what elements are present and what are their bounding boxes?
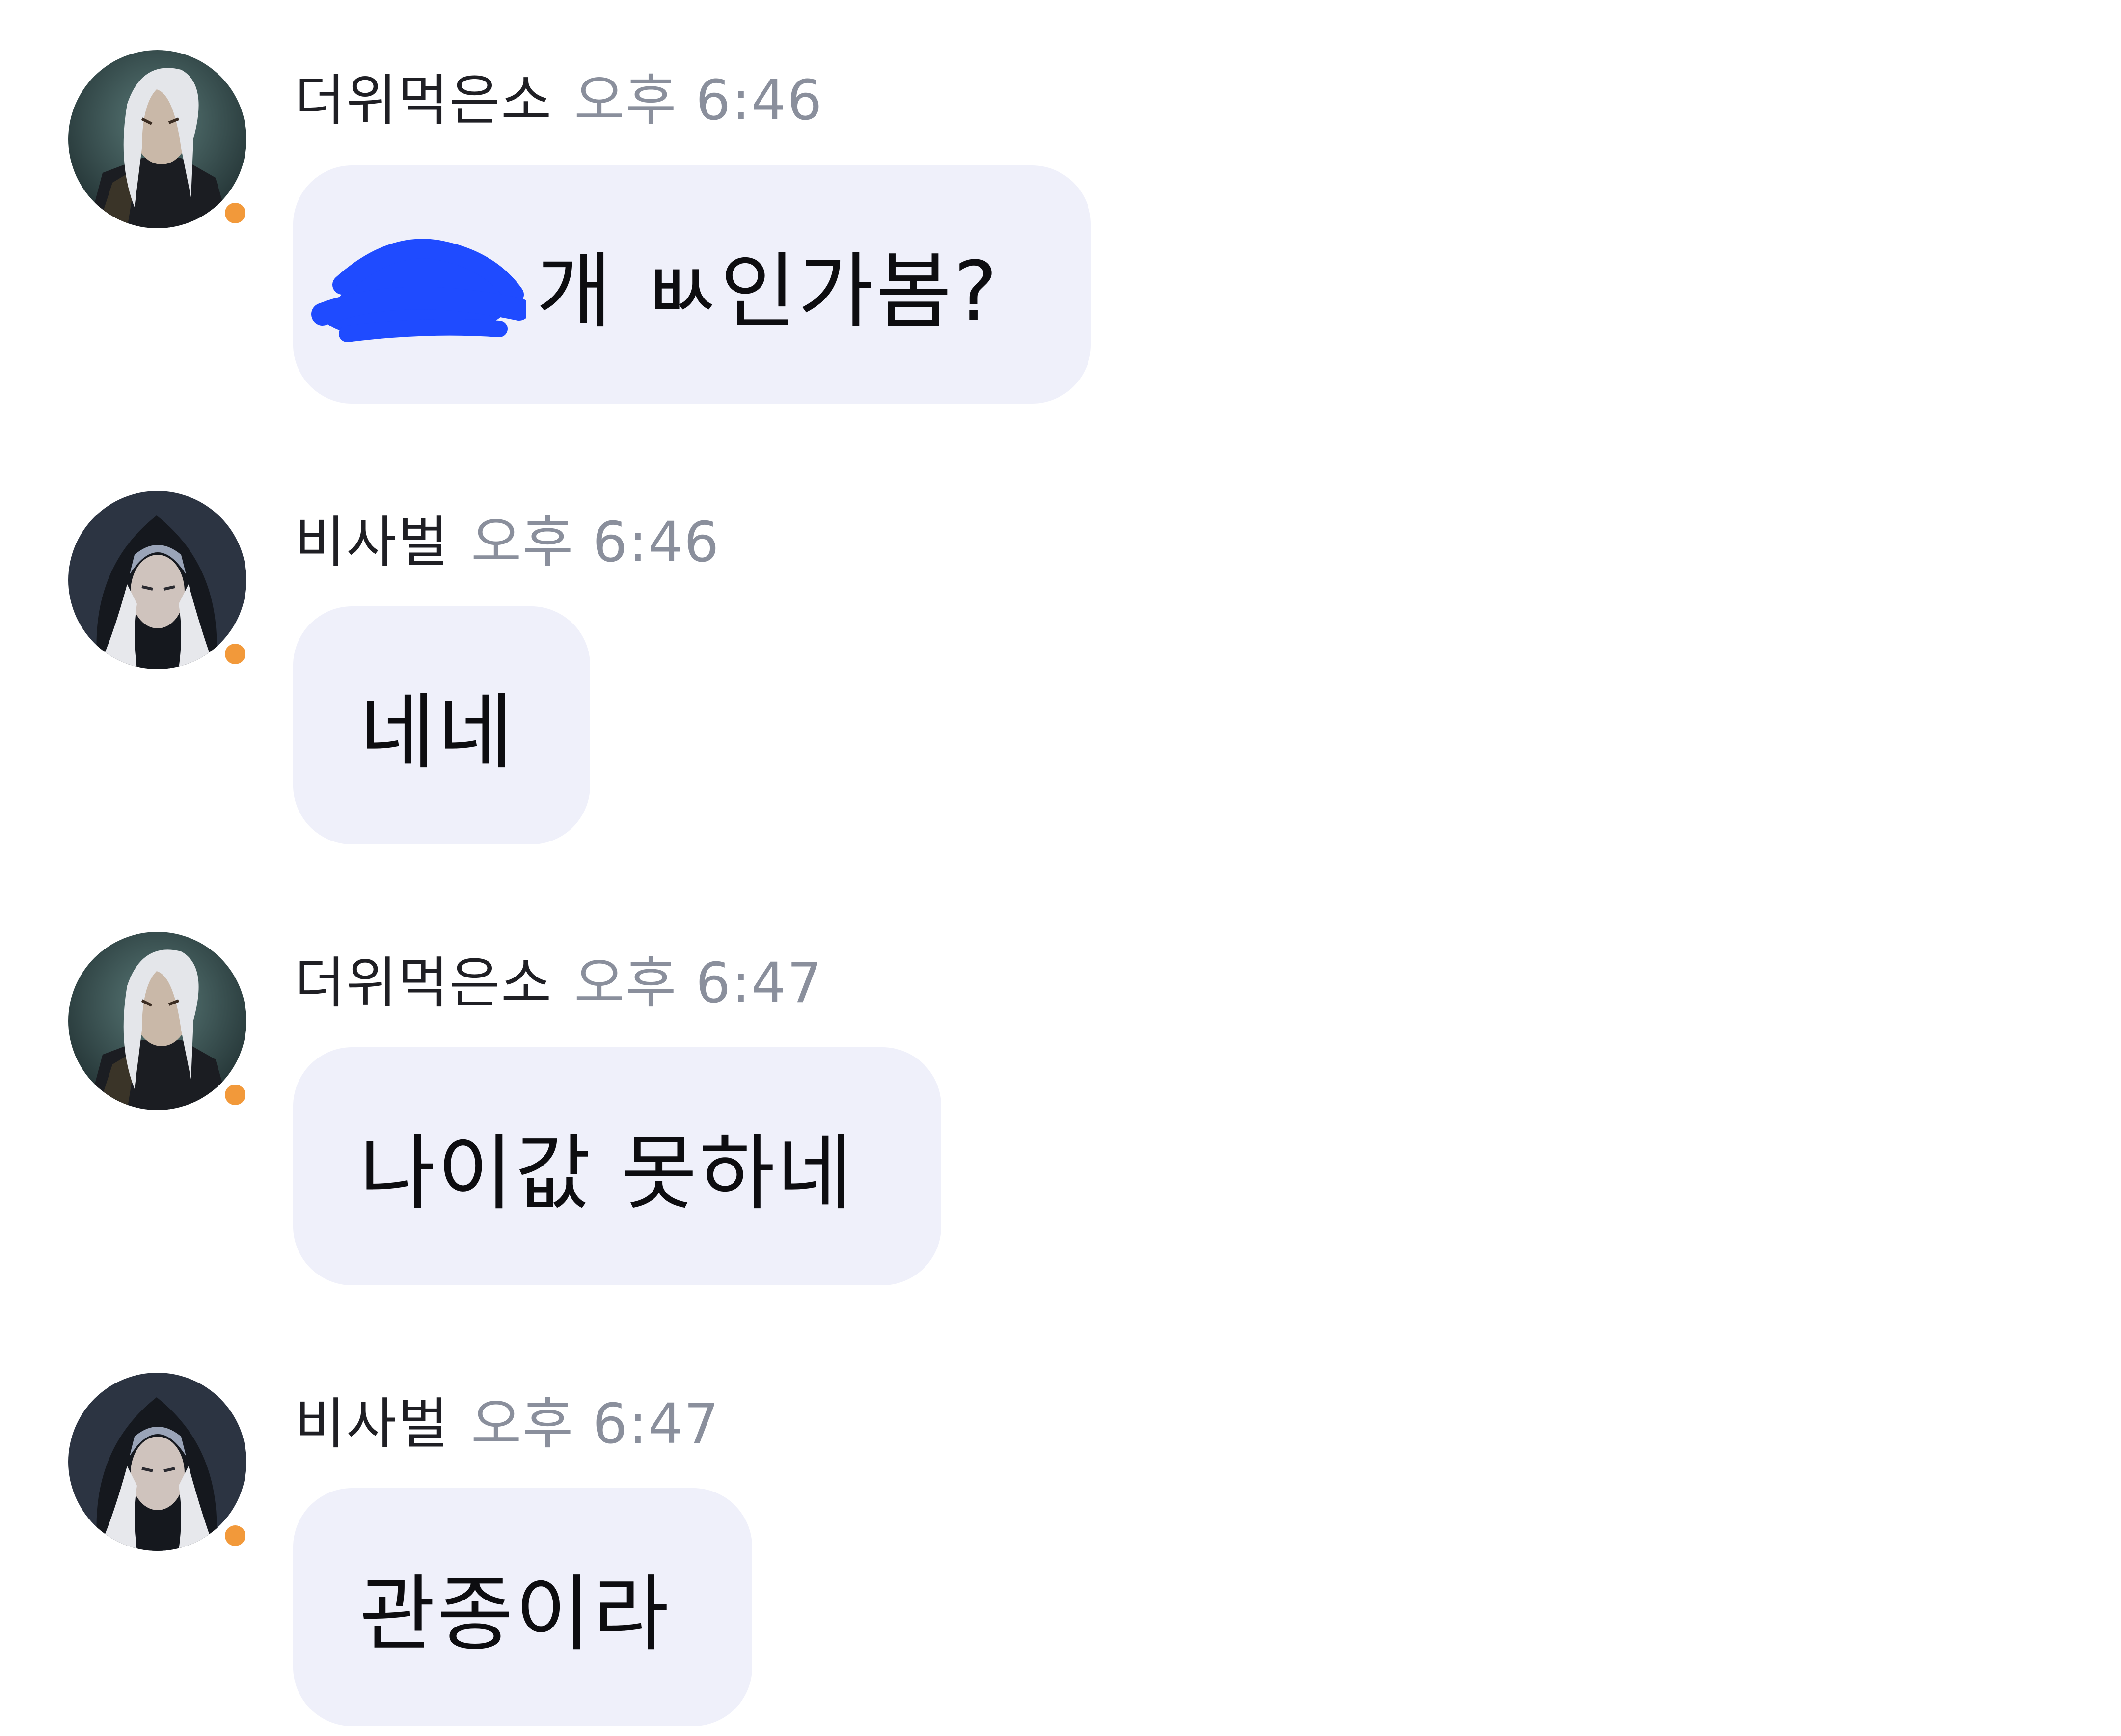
hooded-elf-avatar-icon (68, 1373, 246, 1551)
avatar[interactable] (68, 491, 246, 669)
online-status-icon (225, 1525, 245, 1546)
message-header: 더위먹은소 오후 6:47 (295, 947, 823, 1015)
online-status-icon (225, 1085, 245, 1105)
hooded-elf-avatar-icon (68, 491, 246, 669)
message-bubble[interactable]: 네네 (293, 606, 590, 844)
message-bubble[interactable]: 관종이라 (293, 1488, 752, 1726)
timestamp: 오후 6:47 (471, 1392, 720, 1456)
online-status-icon (225, 644, 245, 664)
username[interactable]: 더위먹은소 (295, 939, 552, 1018)
message-bubble[interactable]: 나이값 못하네 (293, 1047, 941, 1285)
username[interactable]: 더위먹은소 (295, 56, 552, 136)
timestamp: 오후 6:46 (574, 69, 823, 133)
timestamp: 오후 6:46 (471, 511, 720, 574)
message-text: 개 ㅄ인가봄? (536, 244, 1000, 340)
avatar[interactable] (68, 932, 246, 1110)
avatar[interactable] (68, 50, 246, 228)
message-bubble[interactable]: 개 ㅄ인가봄? (293, 165, 1091, 404)
timestamp: 오후 6:47 (574, 951, 823, 1015)
online-status-icon (225, 203, 245, 223)
message-text: 나이값 못하네 (359, 1125, 855, 1221)
message-header: 더위먹은소 오후 6:46 (295, 64, 823, 133)
redaction-scribble-icon (303, 226, 530, 344)
message-header: 비사벌 오후 6:46 (295, 506, 720, 574)
username[interactable]: 비사벌 (295, 498, 449, 577)
message-text: 네네 (359, 684, 516, 781)
avatar[interactable] (68, 1373, 246, 1551)
message-header: 비사벌 오후 6:47 (295, 1387, 720, 1456)
username[interactable]: 비사벌 (295, 1380, 449, 1459)
white-haired-warrior-avatar-icon (68, 50, 246, 228)
message-text: 관종이라 (359, 1566, 671, 1662)
white-haired-warrior-avatar-icon (68, 932, 246, 1110)
